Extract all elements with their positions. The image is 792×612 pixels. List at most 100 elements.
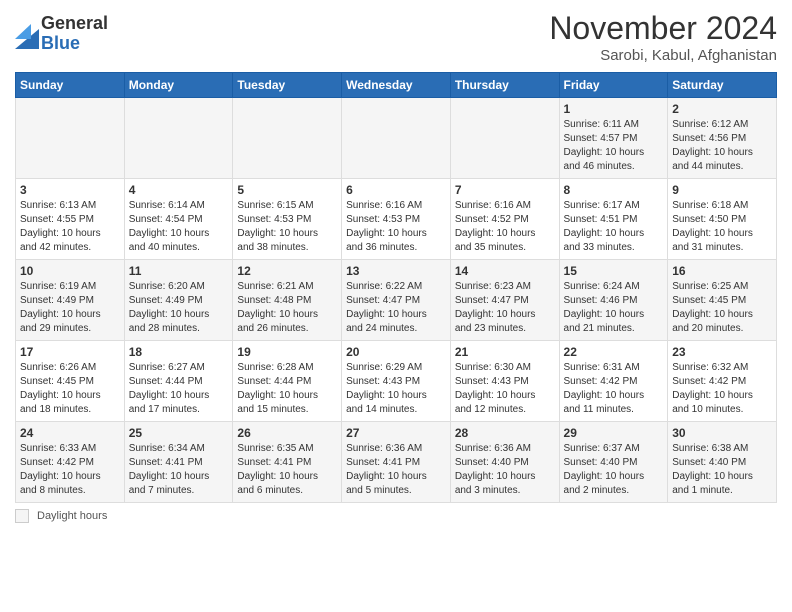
day-number: 27 — [346, 426, 446, 440]
main-container: General Blue November 2024 Sarobi, Kabul… — [0, 0, 792, 533]
calendar-cell: 20Sunrise: 6:29 AMSunset: 4:43 PMDayligh… — [342, 341, 451, 422]
month-title: November 2024 — [549, 10, 777, 47]
calendar-cell: 22 Sunrise: 6:31 AMSunset: 4:42 PMDayligh… — [559, 341, 668, 422]
day-info: Sunrise: 6:11 AMSunset: 4:57 PMDaylight:… — [564, 119, 645, 172]
calendar-cell: 11Sunrise: 6:20 AMSunset: 4:49 PMDayligh… — [124, 260, 233, 341]
day-number: 19 — [237, 345, 337, 359]
day-info: Sunrise: 6:37 AMSunset: 4:40 PMDaylight:… — [564, 443, 645, 496]
day-info: Sunrise: 6:24 AMSunset: 4:46 PMDaylight:… — [564, 281, 645, 334]
calendar-cell: 13 Sunrise: 6:22 AMSunset: 4:47 PMDayligh… — [342, 260, 451, 341]
calendar-cell — [450, 98, 559, 179]
calendar-cell: 5 Sunrise: 6:15 AMSunset: 4:53 PMDaylight… — [233, 179, 342, 260]
day-info: Sunrise: 6:36 AMSunset: 4:41 PMDaylight:… — [346, 443, 427, 496]
day-number: 6 — [346, 183, 446, 197]
logo: General Blue — [15, 14, 108, 54]
day-info: Sunrise: 6:21 AMSunset: 4:48 PMDaylight:… — [237, 281, 318, 334]
calendar-cell: 30Sunrise: 6:38 AMSunset: 4:40 PMDayligh… — [668, 422, 777, 503]
calendar-cell — [16, 98, 125, 179]
calendar-table: Sunday Monday Tuesday Wednesday Thursday… — [15, 72, 777, 503]
calendar-cell: 21 Sunrise: 6:30 AMSunset: 4:43 PMDayligh… — [450, 341, 559, 422]
header-thursday: Thursday — [450, 73, 559, 98]
calendar-body: 1 Sunrise: 6:11 AMSunset: 4:57 PMDaylight… — [16, 98, 777, 503]
day-info: Sunrise: 6:18 AMSunset: 4:50 PMDaylight:… — [672, 200, 753, 253]
header-tuesday: Tuesday — [233, 73, 342, 98]
day-number: 29 — [564, 426, 664, 440]
day-info: Sunrise: 6:23 AMSunset: 4:47 PMDaylight:… — [455, 281, 536, 334]
day-number: 1 — [564, 102, 664, 116]
calendar-cell: 25Sunrise: 6:34 AMSunset: 4:41 PMDayligh… — [124, 422, 233, 503]
day-info: Sunrise: 6:29 AMSunset: 4:43 PMDaylight:… — [346, 362, 427, 415]
day-info: Sunrise: 6:28 AMSunset: 4:44 PMDaylight:… — [237, 362, 318, 415]
calendar-cell: 26Sunrise: 6:35 AMSunset: 4:41 PMDayligh… — [233, 422, 342, 503]
calendar-cell: 6 Sunrise: 6:16 AMSunset: 4:53 PMDaylight… — [342, 179, 451, 260]
day-info: Sunrise: 6:26 AMSunset: 4:45 PMDaylight:… — [20, 362, 101, 415]
header-friday: Friday — [559, 73, 668, 98]
day-number: 2 — [672, 102, 772, 116]
day-number: 25 — [129, 426, 229, 440]
day-info: Sunrise: 6:16 AMSunset: 4:52 PMDaylight:… — [455, 200, 536, 253]
day-number: 16 — [672, 264, 772, 278]
day-info: Sunrise: 6:38 AMSunset: 4:40 PMDaylight:… — [672, 443, 753, 496]
calendar-cell: 10Sunrise: 6:19 AMSunset: 4:49 PMDayligh… — [16, 260, 125, 341]
calendar-cell: 8Sunrise: 6:17 AMSunset: 4:51 PMDaylight… — [559, 179, 668, 260]
day-number: 22 — [564, 345, 664, 359]
calendar-cell — [233, 98, 342, 179]
calendar-cell: 7Sunrise: 6:16 AMSunset: 4:52 PMDaylight… — [450, 179, 559, 260]
calendar-week-1: 3Sunrise: 6:13 AMSunset: 4:55 PMDaylight… — [16, 179, 777, 260]
day-number: 24 — [20, 426, 120, 440]
calendar-cell: 16Sunrise: 6:25 AMSunset: 4:45 PMDayligh… — [668, 260, 777, 341]
header: General Blue November 2024 Sarobi, Kabul… — [15, 10, 777, 64]
title-section: November 2024 Sarobi, Kabul, Afghanistan — [549, 10, 777, 64]
logo-blue: Blue — [41, 34, 108, 54]
day-info: Sunrise: 6:31 AMSunset: 4:42 PMDaylight:… — [564, 362, 645, 415]
day-number: 3 — [20, 183, 120, 197]
calendar-week-3: 17Sunrise: 6:26 AMSunset: 4:45 PMDayligh… — [16, 341, 777, 422]
day-number: 23 — [672, 345, 772, 359]
day-number: 11 — [129, 264, 229, 278]
day-number: 12 — [237, 264, 337, 278]
footer: Daylight hours — [15, 509, 777, 523]
calendar-week-0: 1 Sunrise: 6:11 AMSunset: 4:57 PMDaylight… — [16, 98, 777, 179]
footer-row: Daylight hours — [15, 509, 777, 523]
calendar-cell: 17Sunrise: 6:26 AMSunset: 4:45 PMDayligh… — [16, 341, 125, 422]
day-info: Sunrise: 6:27 AMSunset: 4:44 PMDaylight:… — [129, 362, 210, 415]
day-number: 9 — [672, 183, 772, 197]
calendar-cell — [342, 98, 451, 179]
day-info: Sunrise: 6:15 AMSunset: 4:53 PMDaylight:… — [237, 200, 318, 253]
calendar-cell: 19 Sunrise: 6:28 AMSunset: 4:44 PMDayligh… — [233, 341, 342, 422]
logo-icon — [15, 19, 39, 49]
calendar-header: Sunday Monday Tuesday Wednesday Thursday… — [16, 73, 777, 98]
day-info: Sunrise: 6:33 AMSunset: 4:42 PMDaylight:… — [20, 443, 101, 496]
day-info: Sunrise: 6:17 AMSunset: 4:51 PMDaylight:… — [564, 200, 645, 253]
location: Sarobi, Kabul, Afghanistan — [549, 47, 777, 64]
calendar-cell: 15 Sunrise: 6:24 AMSunset: 4:46 PMDayligh… — [559, 260, 668, 341]
header-row: Sunday Monday Tuesday Wednesday Thursday… — [16, 73, 777, 98]
day-number: 15 — [564, 264, 664, 278]
calendar-cell: 4Sunrise: 6:14 AMSunset: 4:54 PMDaylight… — [124, 179, 233, 260]
day-info: Sunrise: 6:36 AMSunset: 4:40 PMDaylight:… — [455, 443, 536, 496]
day-number: 21 — [455, 345, 555, 359]
day-info: Sunrise: 6:14 AMSunset: 4:54 PMDaylight:… — [129, 200, 210, 253]
header-saturday: Saturday — [668, 73, 777, 98]
calendar-cell: 23 Sunrise: 6:32 AMSunset: 4:42 PMDayligh… — [668, 341, 777, 422]
calendar-week-2: 10Sunrise: 6:19 AMSunset: 4:49 PMDayligh… — [16, 260, 777, 341]
day-number: 5 — [237, 183, 337, 197]
day-number: 10 — [20, 264, 120, 278]
calendar-cell: 24 Sunrise: 6:33 AMSunset: 4:42 PMDayligh… — [16, 422, 125, 503]
calendar-cell: 27 Sunrise: 6:36 AMSunset: 4:41 PMDayligh… — [342, 422, 451, 503]
calendar-cell: 2Sunrise: 6:12 AMSunset: 4:56 PMDaylight… — [668, 98, 777, 179]
calendar-cell — [124, 98, 233, 179]
calendar-cell: 28Sunrise: 6:36 AMSunset: 4:40 PMDayligh… — [450, 422, 559, 503]
calendar-cell: 29 Sunrise: 6:37 AMSunset: 4:40 PMDayligh… — [559, 422, 668, 503]
day-number: 13 — [346, 264, 446, 278]
calendar-cell: 12 Sunrise: 6:21 AMSunset: 4:48 PMDayligh… — [233, 260, 342, 341]
header-sunday: Sunday — [16, 73, 125, 98]
day-info: Sunrise: 6:32 AMSunset: 4:42 PMDaylight:… — [672, 362, 753, 415]
day-info: Sunrise: 6:22 AMSunset: 4:47 PMDaylight:… — [346, 281, 427, 334]
day-info: Sunrise: 6:16 AMSunset: 4:53 PMDaylight:… — [346, 200, 427, 253]
day-info: Sunrise: 6:30 AMSunset: 4:43 PMDaylight:… — [455, 362, 536, 415]
day-number: 26 — [237, 426, 337, 440]
day-number: 14 — [455, 264, 555, 278]
calendar-cell: 18Sunrise: 6:27 AMSunset: 4:44 PMDayligh… — [124, 341, 233, 422]
calendar-cell: 1 Sunrise: 6:11 AMSunset: 4:57 PMDaylight… — [559, 98, 668, 179]
